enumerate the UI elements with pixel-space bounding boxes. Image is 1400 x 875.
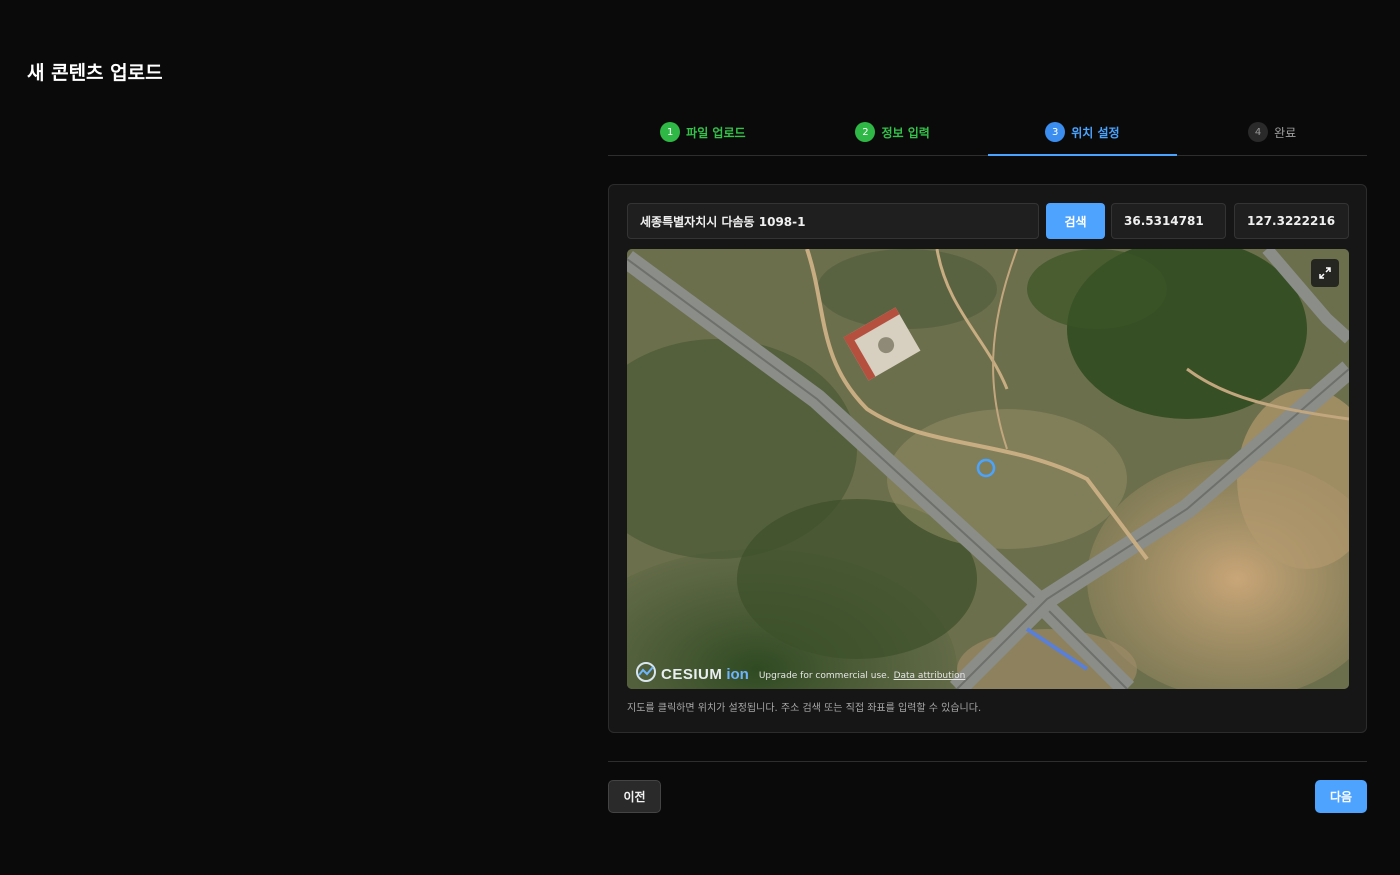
upgrade-note: Upgrade for commercial use. <box>758 671 890 681</box>
footer-divider <box>608 761 1367 762</box>
location-panel: 세종특별자치시 다솜동 1098-1 검색 36.5314781 127.322… <box>608 184 1367 733</box>
step-number: 2 <box>855 122 876 142</box>
map-imagery <box>627 249 1349 689</box>
step-label: 위치 설정 <box>1071 125 1120 140</box>
step-number: 4 <box>1248 122 1269 142</box>
data-attribution-link[interactable]: Data attribution <box>894 671 966 681</box>
cesium-logo-icon <box>636 662 656 682</box>
cesium-logo-text: CESIUM <box>661 666 723 683</box>
step-number: 3 <box>1045 122 1066 142</box>
cesium-credit: CESIUM ion Upgrade for commercial use. D… <box>635 661 965 683</box>
address-input[interactable]: 세종특별자치시 다솜동 1098-1 <box>627 203 1039 239</box>
longitude-input[interactable]: 127.3222216 <box>1234 203 1349 239</box>
latitude-input[interactable]: 36.5314781 <box>1111 203 1226 239</box>
cesium-ion-text: ion <box>726 666 749 683</box>
next-button[interactable]: 다음 <box>1315 780 1367 813</box>
map-hint-text: 지도를 클릭하면 위치가 설정됩니다. 주소 검색 또는 직접 좌표를 입력할 … <box>627 703 982 714</box>
step-complete[interactable]: 4 완료 <box>1177 110 1367 154</box>
search-button[interactable]: 검색 <box>1046 203 1105 239</box>
previous-button[interactable]: 이전 <box>608 780 661 813</box>
step-location[interactable]: 3 위치 설정 <box>987 110 1178 156</box>
fullscreen-button[interactable] <box>1311 259 1339 287</box>
stepper: 1 파일 업로드 2 정보 입력 3 위치 설정 4 완료 <box>608 110 1367 156</box>
expand-icon <box>1319 267 1331 279</box>
satellite-map[interactable]: CESIUM ion Upgrade for commercial use. D… <box>627 249 1349 689</box>
step-number: 1 <box>660 122 681 142</box>
step-label: 정보 입력 <box>881 125 930 140</box>
step-label: 완료 <box>1274 125 1297 140</box>
step-info-input[interactable]: 2 정보 입력 <box>798 110 988 154</box>
step-file-upload[interactable]: 1 파일 업로드 <box>608 110 798 154</box>
step-label: 파일 업로드 <box>686 125 746 140</box>
page-title: 새 콘텐츠 업로드 <box>27 62 163 84</box>
